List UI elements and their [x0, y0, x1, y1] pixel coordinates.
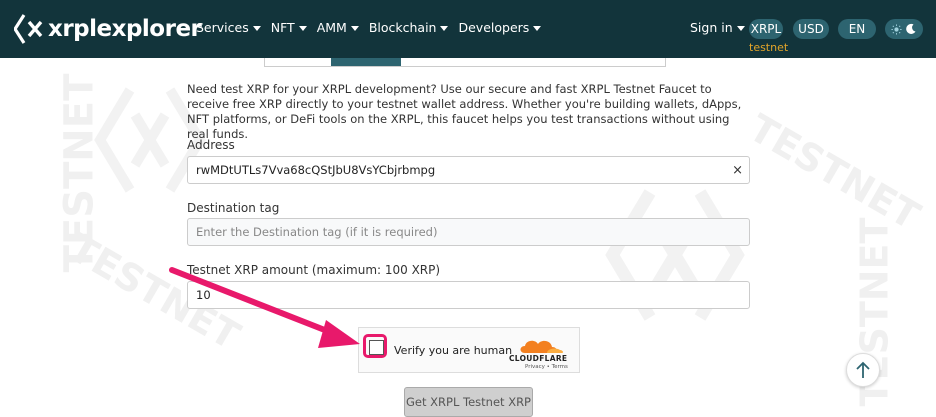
address-label: Address	[187, 138, 235, 152]
clear-icon[interactable]: ×	[732, 163, 743, 178]
sign-in-label: Sign in	[690, 20, 733, 35]
scroll-to-top-button[interactable]	[846, 353, 880, 387]
sun-icon	[891, 23, 902, 35]
get-testnet-xrp-button[interactable]: Get XRPL Testnet XRP	[404, 387, 533, 417]
captcha-label: Verify you are human	[394, 344, 513, 357]
nav-developers[interactable]: Developers	[458, 20, 542, 35]
cloudflare-cloud-icon	[520, 340, 564, 353]
network-label: testnet	[749, 41, 789, 54]
top-navigation-bar: xrplexplorer Services NFT AMM Blockchain…	[0, 0, 936, 58]
nav-amm-label: AMM	[316, 20, 347, 35]
theme-toggle[interactable]	[885, 19, 923, 39]
cloudflare-captcha: Verify you are human CLOUDFLARE Privacy …	[358, 327, 580, 373]
nav-services-label: Services	[196, 20, 249, 35]
address-value: rwMDtUTLs7Vva68cQStJbU8VsYCbjrbmpg	[196, 163, 436, 177]
amount-label: Testnet XRP amount (maximum: 100 XRP)	[187, 263, 441, 277]
logo-text: xrplexplorer	[48, 16, 202, 42]
site-logo[interactable]: xrplexplorer	[14, 12, 202, 46]
chevron-down-icon	[252, 25, 261, 31]
address-input[interactable]: rwMDtUTLs7Vva68cQStJbU8VsYCbjrbmpg ×	[187, 156, 750, 184]
language-switch-button[interactable]: EN	[838, 19, 876, 39]
nav-nft-label: NFT	[270, 20, 295, 35]
destination-tag-input[interactable]: Enter the Destination tag (if it is requ…	[187, 218, 750, 246]
destination-tag-placeholder: Enter the Destination tag (if it is requ…	[196, 225, 438, 239]
faucet-description: Need test XRP for your XRPL development?…	[187, 82, 742, 141]
main-nav: Services NFT AMM Blockchain Developers	[196, 20, 551, 35]
faucet-tabs	[264, 58, 666, 67]
verify-human-checkbox[interactable]	[369, 340, 384, 355]
captcha-links[interactable]: Privacy • Terms	[525, 364, 568, 370]
nav-amm[interactable]: AMM	[317, 20, 359, 35]
chevron-down-icon	[440, 25, 449, 31]
nav-blockchain[interactable]: Blockchain	[369, 20, 449, 35]
nav-developers-label: Developers	[458, 20, 530, 35]
destination-tag-label: Destination tag	[187, 201, 280, 215]
sign-in-menu[interactable]: Sign in	[690, 20, 745, 35]
arrow-up-icon	[856, 361, 870, 378]
chevron-down-icon	[350, 25, 359, 31]
amount-input[interactable]: 10	[187, 281, 750, 309]
chevron-down-icon	[736, 25, 745, 31]
tab-testnet-active[interactable]	[331, 58, 401, 66]
nav-blockchain-label: Blockchain	[368, 20, 437, 35]
cloudflare-brand: CLOUDFLARE	[509, 354, 568, 363]
nav-nft[interactable]: NFT	[271, 20, 307, 35]
xrpl-logo-icon	[14, 14, 43, 44]
ledger-switch-button[interactable]: XRPL	[749, 19, 783, 39]
nav-services[interactable]: Services	[196, 20, 261, 35]
amount-value: 10	[196, 288, 211, 302]
currency-switch-button[interactable]: USD	[793, 19, 829, 39]
checkbox-highlight	[363, 334, 387, 358]
chevron-down-icon	[298, 25, 307, 31]
chevron-down-icon	[533, 25, 542, 31]
faucet-page: Need test XRP for your XRPL development?…	[0, 58, 936, 417]
moon-icon	[906, 23, 916, 34]
